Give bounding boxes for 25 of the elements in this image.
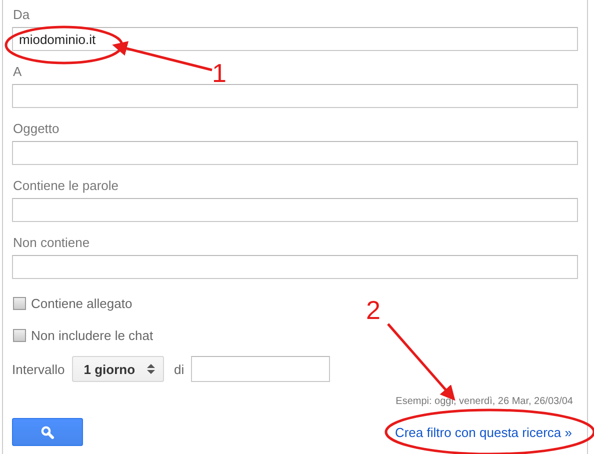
field-label: A — [12, 63, 22, 81]
checkbox-label: Contiene allegato — [31, 296, 132, 310]
search-icon — [41, 426, 54, 438]
input-field[interactable] — [12, 255, 578, 279]
checkbox[interactable] — [13, 328, 26, 342]
input-field[interactable] — [12, 198, 578, 222]
annotation-number: 2 — [366, 295, 380, 325]
date-label: di — [174, 362, 184, 376]
up-down-arrows-icon — [147, 363, 156, 375]
input-field[interactable] — [12, 141, 578, 165]
interval-label: Intervallo — [12, 362, 65, 376]
create-filter-link[interactable]: Crea filtro con questa ricerca » — [394, 424, 572, 440]
field-label: Contiene le parole — [12, 177, 119, 195]
field-label: Non contiene — [12, 234, 90, 252]
interval-select[interactable]: 1 giorno — [72, 356, 164, 382]
search-button[interactable] — [12, 418, 83, 446]
examples-hint: Esempi: oggi, venerdì, 26 Mar, 26/03/04 — [394, 395, 574, 409]
field-label: Oggetto — [12, 120, 60, 138]
annotation-number: 1 — [212, 58, 226, 88]
checkbox-label: Non includere le chat — [31, 328, 154, 342]
date-field[interactable] — [191, 356, 330, 382]
checkbox[interactable] — [13, 296, 26, 310]
input-field[interactable]: miodominio.it — [12, 27, 578, 51]
field-label: Da — [12, 6, 30, 24]
input-field[interactable] — [12, 84, 578, 108]
